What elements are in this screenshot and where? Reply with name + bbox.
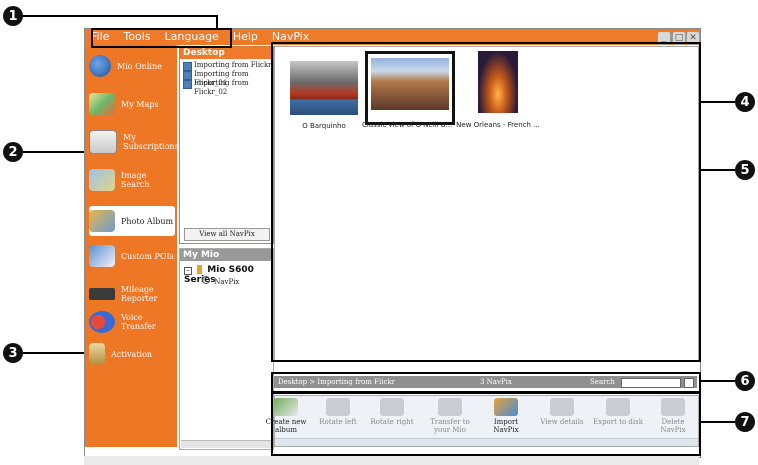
desktop-panel: Desktop Importing from Flickr Importing … [179,46,274,244]
highlight-menu [91,28,232,48]
highlight-photos [271,42,701,362]
desktop-item[interactable]: Importing from Flickr [180,61,273,71]
desktop-panel-title: Desktop [180,47,273,59]
sidebar-item-image-search[interactable]: Image Search [89,165,175,195]
callout-4: 4 [735,92,755,112]
sidebar-item-voice-transfer[interactable]: Voice Transfer [89,307,175,337]
sidebar-item-mileage-reporter[interactable]: Mileage Reporter [89,279,175,309]
callout-3: 3 [3,343,23,363]
sidebar-item-mio-online[interactable]: Mio Online [89,51,175,81]
menu-help[interactable]: Help [233,30,258,43]
callout-1: 1 [3,6,23,26]
callout-6: 6 [735,371,755,391]
sidebar-item-label: Custom POIs [121,251,174,261]
my-mio-panel-title: My Mio [180,249,273,261]
callout-7-line [697,421,735,423]
callout-1-line-v [216,15,218,29]
desktop-item[interactable]: Importing from Flickr_02 [180,79,273,96]
sidebar-item-label: My Subscriptions [123,133,179,151]
sidebar-item-custom-pois[interactable]: Custom POIs [89,241,175,271]
sidebar-item-my-subscriptions[interactable]: My Subscriptions [89,127,179,157]
sidebar-item-my-maps[interactable]: My Maps [89,89,175,119]
callout-7: 7 [735,412,755,432]
highlight-toolbar [271,392,701,456]
sidebar-item-label: Mileage Reporter [121,285,158,303]
navpix-tree-node[interactable]: NavPix [202,276,239,286]
sidebar-item-label: Voice Transfer [121,313,156,331]
envelope-icon [89,130,117,154]
navpix-node-label: NavPix [214,278,240,286]
globe-icon [89,55,111,77]
image-search-icon [89,169,115,191]
desktop-item[interactable]: Importing from Flickr_01 [180,70,273,87]
callout-6-line [697,380,735,382]
callout-2: 2 [3,142,23,162]
voice-icon [89,311,115,333]
sidebar-item-photo-album[interactable]: Photo Album [89,206,175,236]
sidebar-item-label: Image Search [121,171,150,189]
sidebar: Mio Online My Maps My Subscriptions Imag… [85,45,179,447]
map-icon [89,93,115,115]
my-mio-panel: My Mio − Mio S600 Series NavPix [179,248,274,450]
poi-icon [89,245,115,267]
view-all-navpix-button[interactable]: View all NavPix [184,228,270,241]
callout-1-line [23,15,218,17]
photo-album-icon [89,210,115,232]
navpix-folder-icon [202,276,210,284]
device-icon [197,265,203,274]
sidebar-item-activation[interactable]: Activation [89,339,175,369]
horizontal-scrollbar[interactable] [181,440,271,448]
sidebar-item-label: Activation [111,349,153,359]
odometer-icon [89,288,115,300]
bottom-strip [84,456,699,465]
callout-5: 5 [735,160,755,180]
sidebar-item-label: My Maps [121,99,159,109]
sidebar-item-label: Mio Online [117,61,162,71]
expand-icon[interactable]: − [184,267,192,275]
sidebar-item-label: Photo Album [121,216,174,226]
key-icon [89,343,105,365]
highlight-status [271,372,701,393]
